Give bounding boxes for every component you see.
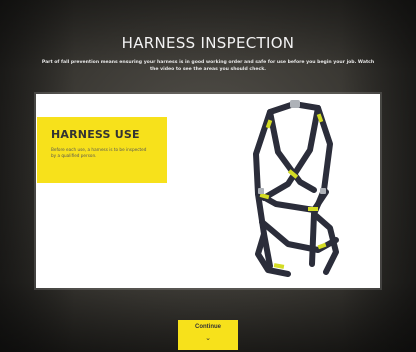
- harness-use-heading: HARNESS USE: [51, 128, 140, 141]
- chevron-down-icon: ⌄: [205, 335, 211, 342]
- continue-button-label: Continue: [195, 324, 221, 330]
- harness-image: [253, 100, 339, 277]
- harness-use-text: Before each use, a harness is to be insp…: [51, 147, 147, 158]
- page-subtitle: Part of fall prevention means ensuring y…: [41, 60, 375, 72]
- page-title: HARNESS INSPECTION: [121, 34, 295, 52]
- continue-button[interactable]: Continue ⌄: [178, 320, 238, 350]
- harness-use-panel: HARNESS USE Before each use, a harness i…: [37, 117, 167, 183]
- content-card: HARNESS USE Before each use, a harness i…: [36, 94, 380, 288]
